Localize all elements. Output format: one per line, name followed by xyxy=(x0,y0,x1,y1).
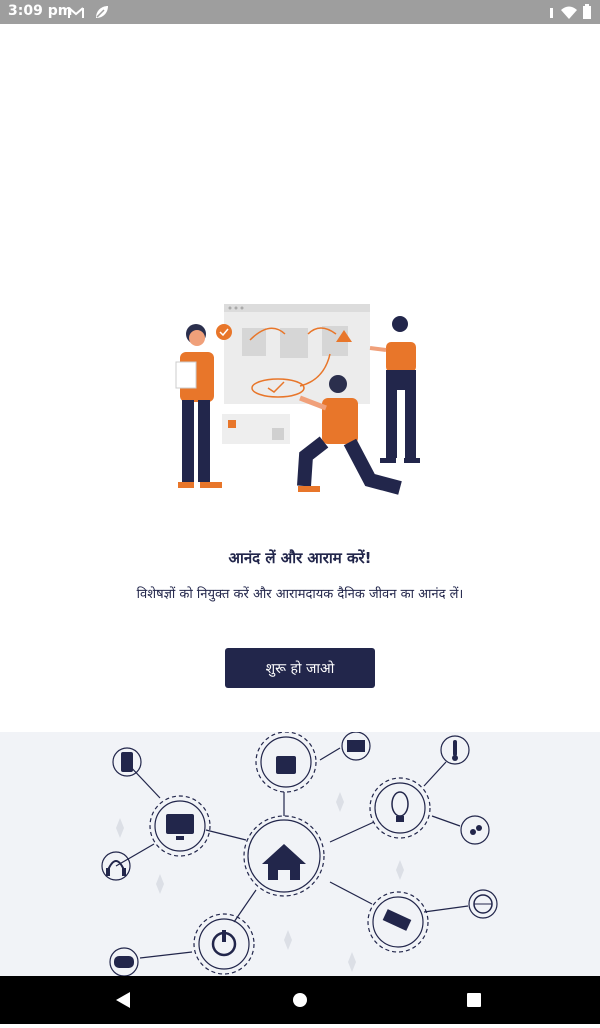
onboarding-illustration xyxy=(175,304,420,495)
smart-home-illustration xyxy=(0,732,600,976)
thermometer-icon xyxy=(453,740,457,756)
recents-button[interactable] xyxy=(444,976,504,1024)
signal-icon xyxy=(550,8,554,18)
home-circle-icon xyxy=(293,993,307,1007)
battery-icon xyxy=(583,4,591,19)
leaf-icon xyxy=(96,6,109,18)
phone-icon xyxy=(121,752,133,772)
navigation-bar xyxy=(0,976,600,1024)
wifi-icon xyxy=(560,6,577,19)
water-drop-icon xyxy=(470,829,476,835)
lock-icon xyxy=(276,756,296,774)
back-button[interactable] xyxy=(94,976,154,1024)
onboarding-headline: आनंद लें और आराम करें! xyxy=(228,549,372,567)
smart-home-network xyxy=(101,732,498,976)
gmail-icon xyxy=(68,7,84,18)
camera-icon xyxy=(382,909,412,931)
get-started-button[interactable]: शुरू हो जाओ xyxy=(225,648,375,688)
monitor-icon xyxy=(166,814,194,834)
mail-icon xyxy=(347,740,365,752)
recents-icon xyxy=(467,993,481,1007)
onboarding-subtext: विशेषज्ञों को नियुक्त करें और आरामदायक द… xyxy=(136,587,464,602)
back-icon xyxy=(116,992,130,1008)
home-icon xyxy=(262,844,306,880)
status-bar: 3:09 pm xyxy=(0,0,600,24)
home-button[interactable] xyxy=(270,976,330,1024)
gamepad-icon xyxy=(114,956,134,968)
status-time: 3:09 pm xyxy=(8,3,73,19)
bulb-icon xyxy=(391,791,409,817)
